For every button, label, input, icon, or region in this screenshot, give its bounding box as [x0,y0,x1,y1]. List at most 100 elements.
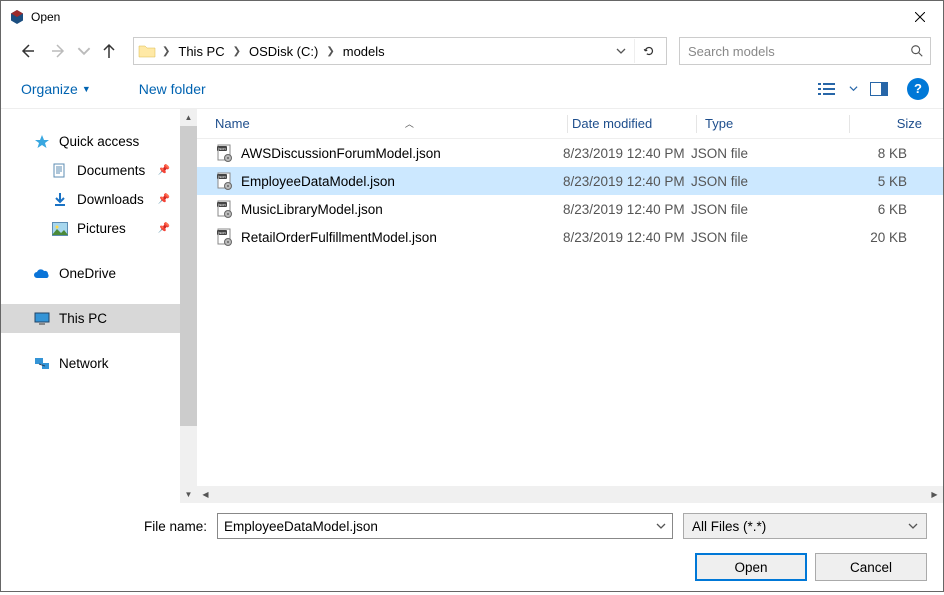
nav-forward-button[interactable] [45,37,73,65]
new-folder-label: New folder [139,81,206,97]
column-separator[interactable] [849,115,850,133]
filename-input[interactable]: EmployeeDataModel.json [217,513,673,539]
this-pc-icon [33,312,51,326]
scroll-right-icon[interactable]: ▶ [926,486,943,503]
refresh-button[interactable] [634,39,662,63]
search-box[interactable] [679,37,931,65]
column-header-type[interactable]: Type [701,116,845,131]
organize-button[interactable]: Organize ▼ [15,77,97,101]
address-dropdown[interactable] [610,39,632,63]
file-row[interactable]: jsonEmployeeDataModel.json8/23/2019 12:4… [197,167,943,195]
sidebar-item-downloads[interactable]: Downloads 📌 [1,185,180,214]
button-label: Open [734,560,767,575]
button-label: Cancel [850,560,892,575]
chevron-down-icon [849,84,858,93]
pin-icon: 📌 [158,194,170,205]
horizontal-scrollbar[interactable]: ◀ ▶ [197,486,943,503]
column-label: Size [897,116,922,131]
column-header-date[interactable]: Date modified [572,116,692,131]
body: Quick access Documents 📌 Downloads 📌 [1,109,943,503]
nav-recent-button[interactable] [77,37,91,65]
json-file-icon: json [215,171,235,191]
view-options-button[interactable] [813,75,841,103]
scroll-thumb[interactable] [180,126,197,426]
file-date: 8/23/2019 12:40 PM [563,230,691,245]
sidebar-item-documents[interactable]: Documents 📌 [1,156,180,185]
arrow-left-icon [19,43,35,59]
column-header-size[interactable]: Size [854,116,922,131]
pin-icon: 📌 [158,165,170,176]
refresh-icon [642,44,656,58]
scroll-left-icon[interactable]: ◀ [197,486,214,503]
filter-value: All Files (*.*) [692,519,908,534]
file-size: 8 KB [839,146,907,161]
file-type: JSON file [691,202,839,217]
file-type: JSON file [691,230,839,245]
breadcrumb-sep-icon: ❯ [160,46,172,57]
column-separator[interactable] [567,115,568,133]
window-title: Open [31,10,897,24]
preview-pane-button[interactable] [865,75,893,103]
chevron-down-icon: ▼ [82,84,91,94]
search-icon [910,44,924,58]
file-name: EmployeeDataModel.json [241,174,563,189]
breadcrumb-this-pc[interactable]: This PC [172,39,230,63]
sidebar-scrollbar[interactable]: ▲ ▼ [180,109,197,503]
chevron-down-icon [656,521,666,531]
sidebar-item-network[interactable]: Network [1,349,180,378]
file-size: 20 KB [839,230,907,245]
file-name: RetailOrderFulfillmentModel.json [241,230,563,245]
address-bar[interactable]: ❯ This PC ❯ OSDisk (C:) ❯ models [133,37,667,65]
view-dropdown[interactable] [845,75,861,103]
sidebar-label: Documents [77,163,145,178]
sidebar-label: This PC [59,311,107,326]
file-size: 6 KB [839,202,907,217]
file-pane: Name ︿ Date modified Type Size jsonAWSDi… [197,109,943,503]
scroll-down-icon[interactable]: ▼ [180,486,197,503]
file-type: JSON file [691,146,839,161]
cancel-button[interactable]: Cancel [815,553,927,581]
pictures-icon [51,222,69,236]
file-date: 8/23/2019 12:40 PM [563,202,691,217]
onedrive-icon [33,268,51,280]
chevron-down-icon [616,46,626,56]
sidebar-label: OneDrive [59,266,116,281]
close-button[interactable] [897,1,943,33]
chevron-down-icon [77,43,91,59]
file-row[interactable]: json MusicLibraryModel.json8/23/2019 12:4… [197,195,943,223]
navbar: ❯ This PC ❯ OSDisk (C:) ❯ models [1,33,943,69]
file-row[interactable]: jsonAWSDiscussionForumModel.json8/23/201… [197,139,943,167]
sidebar-item-quick-access[interactable]: Quick access [1,127,180,156]
sidebar: Quick access Documents 📌 Downloads 📌 [1,109,180,503]
pin-icon: 📌 [158,223,170,234]
file-size: 5 KB [839,174,907,189]
preview-pane-icon [870,82,888,96]
help-button[interactable]: ? [907,78,929,100]
file-name: MusicLibraryModel.json [241,202,563,217]
file-type-filter[interactable]: All Files (*.*) [683,513,927,539]
nav-up-button[interactable] [95,37,123,65]
json-file-icon: json [215,143,235,163]
file-type: JSON file [691,174,839,189]
svg-text:json: json [217,202,225,207]
open-button[interactable]: Open [695,553,807,581]
search-input[interactable] [686,43,910,60]
scroll-up-icon[interactable]: ▲ [180,109,197,126]
sidebar-item-onedrive[interactable]: OneDrive [1,259,180,288]
network-icon [33,357,51,371]
view-icon [818,82,836,96]
file-row[interactable]: json RetailOrderFulfillmentModel.json8/23… [197,223,943,251]
sidebar-item-pictures[interactable]: Pictures 📌 [1,214,180,243]
svg-text:json: json [217,230,225,235]
sidebar-item-this-pc[interactable]: This PC [1,304,180,333]
column-header-name[interactable]: Name ︿ [215,116,563,131]
footer: File name: EmployeeDataModel.json All Fi… [1,503,943,595]
new-folder-button[interactable]: New folder [133,77,212,101]
titlebar: Open [1,1,943,33]
arrow-right-icon [51,43,67,59]
column-separator[interactable] [696,115,697,133]
nav-back-button[interactable] [13,37,41,65]
breadcrumb-folder[interactable]: models [337,39,391,63]
breadcrumb-drive[interactable]: OSDisk (C:) [243,39,324,63]
close-icon [915,12,925,22]
